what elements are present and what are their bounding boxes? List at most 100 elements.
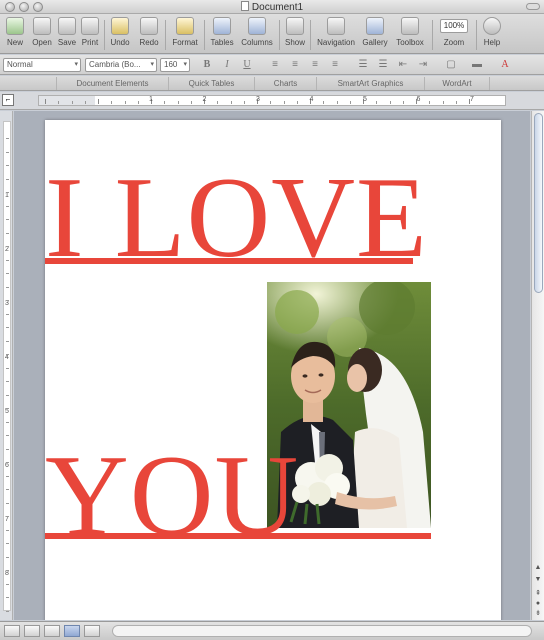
horizontal-ruler[interactable]: 1 2 3 4 5 6 7: [38, 95, 506, 106]
vertical-ruler-tick: [6, 570, 9, 571]
ruler-tick: [177, 101, 179, 104]
ruler-tick: [71, 101, 73, 104]
ruler-tick: [45, 99, 46, 104]
increase-indent-icon[interactable]: ⇥: [416, 58, 430, 72]
vertical-ruler-tick: [6, 516, 9, 517]
publishing-layout-view-button[interactable]: [44, 625, 60, 637]
toolbar-separator: [165, 20, 166, 50]
ruler-tick: [336, 101, 338, 104]
outline-view-button[interactable]: [24, 625, 40, 637]
align-center-icon[interactable]: ≡: [288, 58, 302, 72]
toolbar-separator: [204, 20, 205, 50]
format-button[interactable]: Format: [170, 17, 200, 47]
tables-button-label: Tables: [210, 38, 234, 47]
toolbox-button[interactable]: Toolbox: [393, 17, 427, 47]
ruler-tick: [389, 101, 391, 104]
gallery-button[interactable]: Gallery: [360, 17, 390, 47]
elements-gallery-tabs: Document Elements Quick Tables Charts Sm…: [0, 76, 544, 91]
navigation-button[interactable]: Navigation: [314, 17, 358, 47]
tab-charts[interactable]: Charts: [254, 77, 316, 90]
style-select[interactable]: Normal ▾: [3, 58, 81, 72]
columns-button-label: Columns: [241, 38, 273, 47]
ruler-number: 5: [363, 96, 367, 103]
status-bar: [0, 621, 544, 640]
vertical-ruler-tick: [6, 313, 9, 315]
bulleted-list-icon[interactable]: ☰: [356, 58, 370, 72]
show-button[interactable]: Show: [283, 17, 307, 47]
scroll-down-arrow-icon[interactable]: ▼: [533, 575, 543, 585]
red-underline-rule: [45, 258, 413, 264]
font-size-select[interactable]: 160 ▾: [160, 58, 190, 72]
document-page[interactable]: I LOVE YOU: [45, 120, 501, 620]
horizontal-scrollbar[interactable]: [112, 625, 532, 637]
draft-view-button[interactable]: [4, 625, 20, 637]
print-button-label: Print: [81, 38, 99, 47]
help-button[interactable]: Help: [480, 17, 504, 47]
zoom-value-field[interactable]: 100%: [440, 19, 468, 33]
save-button[interactable]: Save: [56, 17, 78, 47]
toolbar-toggle-button[interactable]: [526, 3, 540, 10]
tab-smartart-graphics[interactable]: SmartArt Graphics: [316, 77, 424, 90]
navigation-button-label: Navigation: [317, 38, 355, 47]
scrollbar-thumb[interactable]: [534, 113, 543, 293]
highlight-icon[interactable]: ▬: [470, 58, 484, 72]
new-button[interactable]: New: [4, 17, 26, 47]
underline-button[interactable]: U: [240, 58, 254, 72]
undo-button[interactable]: Undo: [108, 17, 132, 47]
vertical-ruler-number: 3: [5, 300, 9, 307]
align-right-icon[interactable]: ≡: [308, 58, 322, 72]
tab-wordart[interactable]: WordArt: [424, 77, 490, 90]
toolbar-separator: [432, 20, 433, 50]
vertical-ruler-tick: [6, 232, 9, 234]
justify-icon[interactable]: ≡: [328, 58, 342, 72]
font-color-button[interactable]: A: [498, 58, 512, 72]
numbered-list-icon[interactable]: ☰: [376, 58, 390, 72]
redo-button[interactable]: Redo: [137, 17, 161, 47]
pilcrow-icon: [286, 17, 304, 35]
italic-button[interactable]: I: [220, 58, 234, 72]
print-button[interactable]: Print: [79, 17, 101, 47]
tab-quick-tables[interactable]: Quick Tables: [168, 77, 254, 90]
chevron-down-icon: ▾: [183, 61, 187, 68]
vertical-ruler-tick: [6, 286, 9, 288]
ruler-tick: [84, 101, 86, 104]
horizontal-ruler-row: ⌐ 1 2 3 4 5 6 7: [0, 92, 544, 110]
font-select[interactable]: Cambria (Bo... ▾: [85, 58, 157, 72]
window-title-text: Document1: [251, 2, 304, 13]
vertical-ruler-tick: [6, 259, 9, 261]
ruler-tick: [58, 101, 60, 104]
zoom-control[interactable]: 100% Zoom: [436, 17, 472, 47]
decrease-indent-icon[interactable]: ⇤: [396, 58, 410, 72]
show-button-label: Show: [284, 38, 305, 47]
vertical-ruler-tick: [6, 489, 9, 490]
vertical-ruler-tick: [6, 138, 9, 139]
vertical-ruler-tick: [6, 610, 9, 612]
next-page-icon[interactable]: ⇟: [533, 609, 543, 619]
print-layout-view-button[interactable]: [64, 625, 80, 637]
toolbox-icon: [401, 17, 419, 35]
ruler-tick: [217, 101, 219, 104]
help-icon: [483, 17, 501, 35]
document-canvas[interactable]: I LOVE YOU: [14, 111, 530, 620]
vertical-ruler-tick: [6, 556, 9, 558]
open-button-label: Open: [32, 38, 52, 47]
vertical-ruler[interactable]: 1 2 3 4 5 6 7 8: [0, 111, 13, 620]
columns-button[interactable]: Columns: [239, 17, 275, 47]
scroll-up-arrow-icon[interactable]: ▲: [533, 563, 543, 573]
browse-object-icon[interactable]: ●: [533, 599, 543, 609]
table-grid-icon: [213, 17, 231, 35]
bold-button[interactable]: B: [200, 58, 214, 72]
borders-icon[interactable]: ▢: [444, 58, 458, 72]
open-button[interactable]: Open: [30, 17, 54, 47]
tab-stop-selector[interactable]: ⌐: [2, 94, 14, 106]
align-left-icon[interactable]: ≡: [268, 58, 282, 72]
tab-document-elements[interactable]: Document Elements: [56, 77, 168, 90]
tables-button[interactable]: Tables: [208, 17, 236, 47]
previous-page-icon[interactable]: ⇞: [533, 589, 543, 599]
save-button-label: Save: [57, 38, 77, 47]
vertical-scrollbar[interactable]: ▲ ▼ ⇞ ● ⇟: [531, 111, 544, 620]
navigation-pane-icon: [327, 17, 345, 35]
document-icon: [240, 1, 249, 11]
notebook-layout-view-button[interactable]: [84, 625, 100, 637]
undo-button-label: Undo: [110, 38, 130, 47]
